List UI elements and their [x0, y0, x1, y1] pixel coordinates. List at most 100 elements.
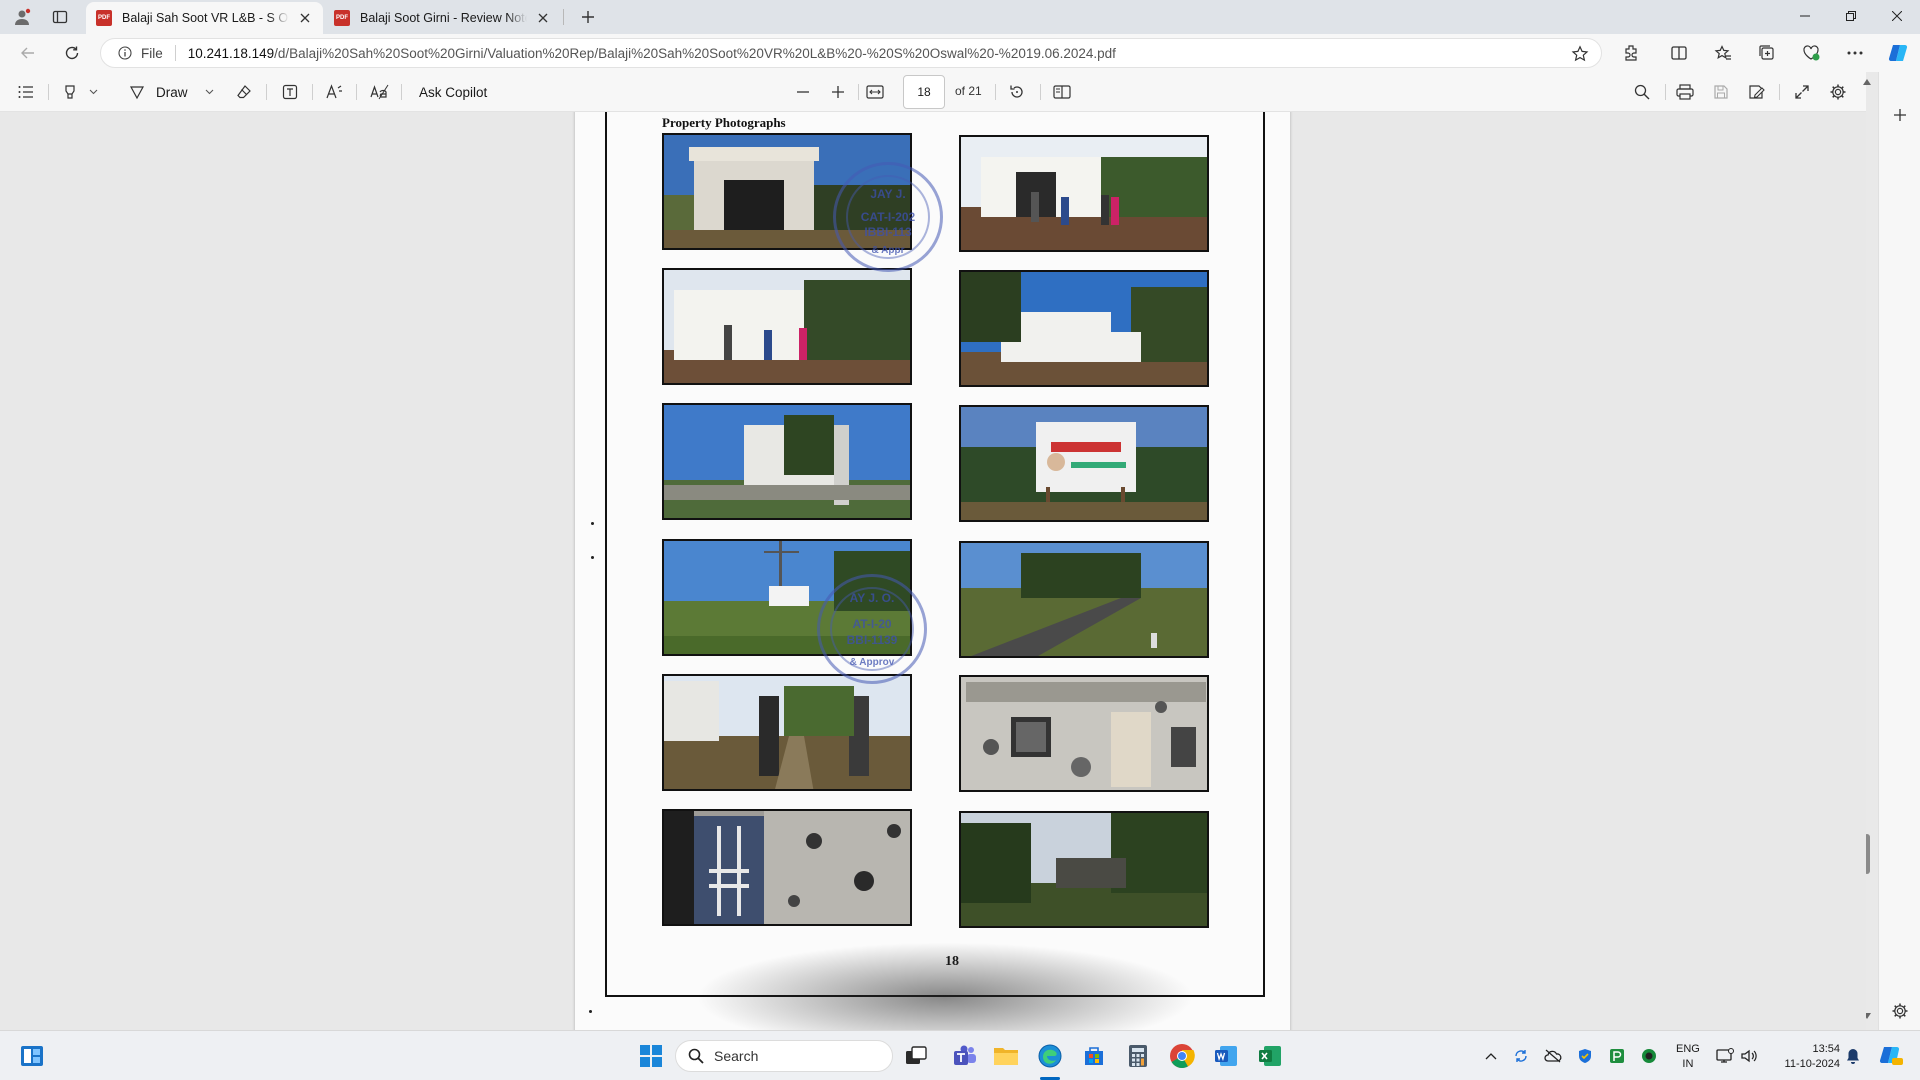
taskbar-clock[interactable]: 13:54 11-10-2024: [1770, 1042, 1840, 1072]
microsoft-store-icon[interactable]: [1078, 1040, 1110, 1072]
zoom-in-icon[interactable]: [828, 80, 848, 104]
scroll-up-arrow-icon[interactable]: [1862, 78, 1872, 86]
tab-balaji-soot-girni[interactable]: PDF Balaji Soot Girni - Review Note - S: [324, 2, 561, 34]
close-window-button[interactable]: [1874, 0, 1920, 32]
stamp-text: BBI-1139: [846, 633, 898, 647]
find-icon[interactable]: [1632, 80, 1652, 104]
property-photo: [959, 811, 1209, 928]
property-photo: [959, 541, 1209, 658]
restore-button[interactable]: [1828, 0, 1874, 32]
tab-divider: [563, 9, 564, 25]
page-number-input[interactable]: 18: [903, 75, 945, 109]
browser-essentials-icon[interactable]: [1797, 40, 1825, 66]
app-tray-icon[interactable]: [1608, 1047, 1626, 1065]
favorite-star-icon[interactable]: [1571, 45, 1589, 63]
extensions-icon[interactable]: [1617, 40, 1645, 66]
fit-to-width-icon[interactable]: [865, 80, 885, 104]
toolbar-separator: [1779, 84, 1780, 100]
url-text[interactable]: 10.241.18.149/d/Balaji%20Sah%20Soot%20Gi…: [188, 46, 1116, 61]
network-icon[interactable]: [1716, 1047, 1734, 1065]
draw-dropdown-icon[interactable]: [202, 80, 216, 104]
teams-icon[interactable]: [949, 1040, 981, 1072]
notification-bell-icon[interactable]: [1844, 1047, 1862, 1065]
toolbar-separator: [1665, 84, 1666, 100]
add-text-icon[interactable]: [280, 80, 300, 104]
pdf-viewer[interactable]: Property Photographs JAY J. CAT-I-202 IB…: [0, 112, 1866, 1030]
draw-label[interactable]: Draw: [156, 80, 188, 104]
minimize-button[interactable]: [1782, 0, 1828, 32]
tab-actions-icon[interactable]: [46, 4, 74, 30]
toolbar-separator: [312, 84, 313, 100]
profile-icon[interactable]: [8, 4, 36, 30]
copilot-icon[interactable]: [1884, 40, 1912, 66]
address-separator: [174, 45, 176, 61]
word-icon[interactable]: [1210, 1040, 1242, 1072]
toolbar-separator: [48, 84, 49, 100]
excel-icon[interactable]: [1254, 1040, 1286, 1072]
onedrive-icon[interactable]: [1544, 1047, 1562, 1065]
translate-icon[interactable]: [369, 80, 391, 104]
close-tab-icon[interactable]: [297, 10, 313, 26]
stamp-text: IBBI-113: [864, 225, 912, 239]
property-photo: [662, 403, 912, 520]
page-view-icon[interactable]: [1052, 80, 1072, 104]
ask-copilot-button[interactable]: Ask Copilot: [419, 80, 487, 104]
property-photo: [959, 135, 1209, 252]
language-indicator[interactable]: ENG IN: [1676, 1042, 1700, 1072]
scan-speck: [589, 1010, 592, 1013]
sidebar-settings-icon[interactable]: [1889, 1000, 1911, 1022]
copilot-taskbar-icon[interactable]: [1878, 1046, 1904, 1065]
show-hidden-icons-chevron-icon[interactable]: [1482, 1047, 1500, 1065]
close-tab-icon[interactable]: [535, 10, 551, 26]
status-indicator-icon[interactable]: [1640, 1047, 1658, 1065]
refresh-icon[interactable]: [58, 40, 86, 66]
add-sidebar-app-icon[interactable]: [1889, 104, 1911, 126]
pdf-file-icon: PDF: [96, 10, 112, 26]
highlight-icon[interactable]: [60, 80, 80, 104]
highlight-dropdown-icon[interactable]: [86, 80, 100, 104]
full-screen-icon[interactable]: [1792, 80, 1812, 104]
taskbar-search[interactable]: Search: [675, 1040, 893, 1072]
valuer-stamp: AY J. O. AT-I-20 BBI-1139 & Approv: [817, 574, 927, 684]
property-photo: [959, 270, 1209, 387]
new-tab-button[interactable]: [574, 4, 602, 30]
chrome-icon[interactable]: [1166, 1040, 1198, 1072]
toolbar-separator: [858, 84, 859, 100]
tab-balaji-sah-soot[interactable]: PDF Balaji Sah Soot VR L&B - S Oswal: [86, 2, 323, 34]
security-shield-icon[interactable]: [1576, 1047, 1594, 1065]
property-photo: [959, 405, 1209, 522]
favorites-icon[interactable]: [1709, 40, 1737, 66]
language-code: ENG: [1676, 1043, 1700, 1055]
clock-time: 13:54: [1812, 1043, 1840, 1055]
address-bar[interactable]: File 10.241.18.149/d/Balaji%20Sah%20Soot…: [100, 38, 1602, 68]
toolbar-separator: [356, 84, 357, 100]
start-menu-icon[interactable]: [635, 1040, 667, 1072]
rotate-icon[interactable]: [1007, 80, 1027, 104]
sync-icon[interactable]: [1512, 1047, 1530, 1065]
volume-icon[interactable]: [1740, 1047, 1758, 1065]
edge-browser-icon[interactable]: [1034, 1040, 1066, 1072]
scan-speck: [591, 556, 594, 559]
calculator-icon[interactable]: [1122, 1040, 1154, 1072]
eraser-icon[interactable]: [234, 80, 254, 104]
pdf-file-icon: PDF: [334, 10, 350, 26]
collections-icon[interactable]: [1753, 40, 1781, 66]
info-icon[interactable]: [117, 45, 133, 61]
pdf-page: Property Photographs JAY J. CAT-I-202 IB…: [575, 112, 1290, 1030]
url-path: /d/Balaji%20Sah%20Soot%20Girni/Valuation…: [274, 45, 1116, 61]
more-options-icon[interactable]: [1841, 40, 1869, 66]
widgets-icon[interactable]: [16, 1040, 48, 1072]
draw-icon[interactable]: [127, 80, 147, 104]
zoom-out-icon[interactable]: [793, 80, 813, 104]
task-view-icon[interactable]: [900, 1040, 932, 1072]
save-icon[interactable]: [1711, 80, 1731, 104]
split-screen-icon[interactable]: [1665, 40, 1693, 66]
back-icon[interactable]: [14, 40, 42, 66]
save-as-icon[interactable]: [1747, 80, 1767, 104]
page-heading: Property Photographs: [662, 115, 786, 130]
contents-icon[interactable]: [16, 80, 36, 104]
file-explorer-icon[interactable]: [990, 1040, 1022, 1072]
print-icon[interactable]: [1675, 80, 1695, 104]
pdf-settings-icon[interactable]: [1828, 80, 1848, 104]
read-aloud-icon[interactable]: [325, 80, 345, 104]
